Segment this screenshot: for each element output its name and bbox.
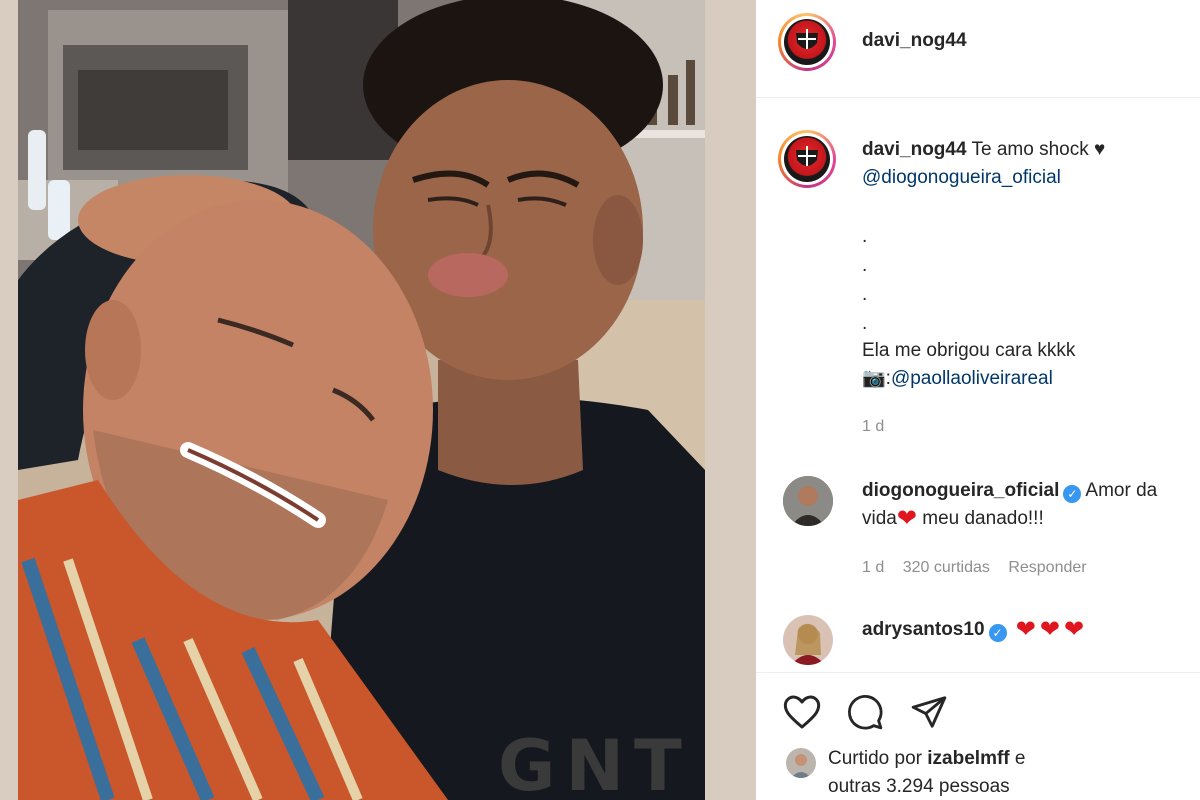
post-photo[interactable]: GNT <box>18 0 705 800</box>
verified-badge-icon: ✓ <box>1063 485 1082 503</box>
caption-dot: . <box>862 313 868 334</box>
shirt-text: GNT <box>498 725 692 800</box>
comment-time[interactable]: 1 d <box>862 559 884 576</box>
comment-text-1: Amor da <box>1085 480 1158 501</box>
comment-bubble-icon[interactable] <box>845 693 885 731</box>
liked-by-others[interactable]: outras 3.294 pessoas <box>828 776 1010 797</box>
comment-text-2-suffix: meu danado!!! <box>922 508 1044 529</box>
comment-likes[interactable]: 320 curtidas <box>903 559 990 576</box>
caption-dot: . <box>862 255 868 276</box>
liked-by-connector: e <box>1014 748 1026 769</box>
red-hearts-icon: ❤❤❤ <box>1015 616 1089 643</box>
paper-plane-icon[interactable] <box>909 693 949 731</box>
verified-badge-icon: ✓ <box>988 624 1007 642</box>
liker-avatar[interactable] <box>786 748 816 778</box>
comment-username[interactable]: adrysantos10 <box>862 619 985 640</box>
photo-credit: 📷:@paollaoliveirareal <box>862 365 1053 393</box>
comment-avatar[interactable] <box>783 476 833 526</box>
header-username[interactable]: davi_nog44 <box>862 30 967 52</box>
caption-text: Te amo shock ♥ <box>971 139 1106 160</box>
comment-1: diogonogueira_oficial ✓ Amor da vida❤ meu … <box>862 477 1200 533</box>
heart-outline-icon[interactable] <box>782 693 822 731</box>
comment-username[interactable]: diogonogueira_oficial <box>862 480 1059 501</box>
post-header: davi_nog44 <box>756 0 1200 98</box>
caption: davi_nog44 Te amo shock ♥ @diogonogueira… <box>862 136 1192 192</box>
red-heart-icon: ❤ <box>896 505 917 532</box>
middle-margin <box>705 0 756 800</box>
liked-by-user[interactable]: izabelmff <box>927 748 1009 769</box>
comment-meta: 1 d 320 curtidas Responder <box>862 559 1087 577</box>
flamengo-logo-icon <box>784 136 830 182</box>
flamengo-logo-icon <box>784 19 830 65</box>
camera-emoji-icon: 📷 <box>862 368 886 389</box>
comment-avatar[interactable] <box>783 615 833 665</box>
comment-2: adrysantos10 ✓ ❤❤❤ <box>862 616 1088 644</box>
comment-text-2-prefix: vida <box>862 508 897 529</box>
liked-by-prefix: Curtido por <box>828 748 922 769</box>
caption-avatar[interactable] <box>778 130 836 188</box>
caption-dot: . <box>862 284 868 305</box>
reply-button[interactable]: Responder <box>1008 559 1086 576</box>
photo-credit-mention[interactable]: @paollaoliveirareal <box>891 368 1053 389</box>
caption-dot: . <box>862 226 868 247</box>
liked-by: Curtido por izabelmff e outras 3.294 pes… <box>828 745 1026 800</box>
author-avatar[interactable] <box>778 13 836 71</box>
caption-time[interactable]: 1 d <box>862 418 884 436</box>
caption-mention[interactable]: @diogonogueira_oficial <box>862 167 1061 188</box>
caption-dots: . . . . <box>862 222 867 338</box>
left-margin <box>0 0 18 800</box>
caption-line2: Ela me obrigou cara kkkk <box>862 340 1076 361</box>
caption-username[interactable]: davi_nog44 <box>862 139 967 160</box>
photo-illustration: GNT <box>18 0 705 800</box>
post-side-panel: davi_nog44 davi_nog44 Te amo shock ♥ @di… <box>756 0 1200 800</box>
